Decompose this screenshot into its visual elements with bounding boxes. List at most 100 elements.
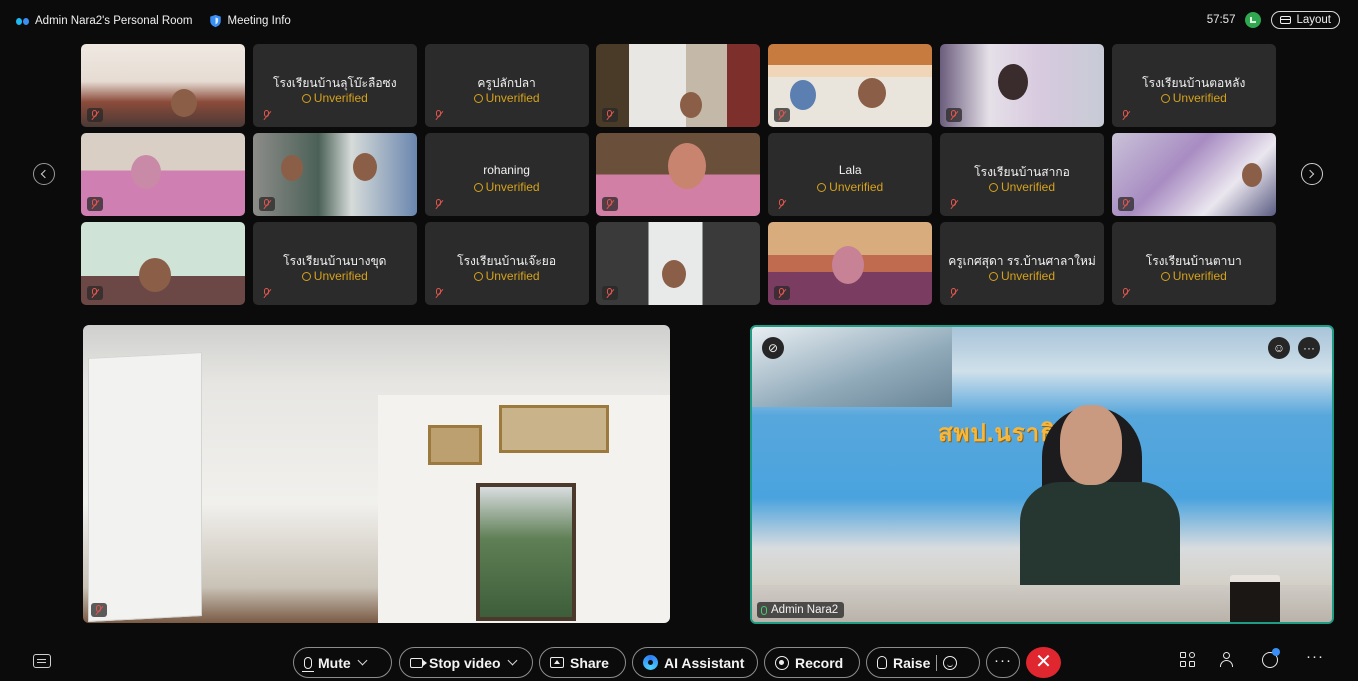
- hangup-icon[interactable]: ✕: [1026, 647, 1061, 678]
- unverified-badge: Unverified: [253, 91, 417, 105]
- participant-video: [790, 80, 817, 110]
- mic-muted-icon: [91, 603, 107, 617]
- participant-tile[interactable]: [81, 222, 245, 305]
- layout-button[interactable]: Layout: [1271, 11, 1340, 29]
- participant-tile[interactable]: ครูเกศสุดา รร.บ้านศาลาใหม่ Unverified: [939, 222, 1104, 305]
- camera-icon: [410, 657, 427, 668]
- raise-hand-icon: [877, 656, 887, 669]
- layout-icon: [1280, 16, 1292, 24]
- emoji-icon[interactable]: [943, 655, 958, 670]
- signal-icon[interactable]: [1245, 12, 1262, 28]
- participant-tile[interactable]: ครูปลักปลา Unverified: [424, 44, 589, 127]
- shield-icon[interactable]: [209, 14, 222, 28]
- window: [476, 483, 576, 621]
- mic-muted-icon: [431, 197, 447, 211]
- participant-tile[interactable]: โรงเรียนบ้านตอหลัง Unverified: [1111, 44, 1276, 127]
- speaker-face: [1060, 405, 1122, 485]
- participant-video: [680, 92, 703, 118]
- participant-tile[interactable]: [768, 44, 933, 127]
- participant-tile[interactable]: โรงเรียนบ้านเจ๊ะยอ Unverified: [424, 222, 589, 305]
- record-button[interactable]: Record: [764, 647, 860, 678]
- raise-label: Raise: [893, 654, 931, 671]
- record-label: Record: [795, 654, 844, 671]
- participant-tile[interactable]: โรงเรียนบ้านสากอ Unverified: [939, 133, 1104, 216]
- unverified-badge: Unverified: [425, 269, 589, 283]
- meeting-title-area: Admin Nara2's Personal Room Meeting Info: [16, 14, 291, 28]
- mic-muted-icon: [774, 108, 791, 122]
- participant-video: [171, 89, 197, 117]
- active-speaker-video[interactable]: สพป.นราธิว ต ๒ ⊘ ☺ ··· Admin Nara2: [750, 325, 1334, 624]
- participant-name: Lala: [838, 163, 862, 177]
- mic-muted-icon: [774, 197, 790, 211]
- chevron-right-icon[interactable]: [1301, 163, 1323, 185]
- webex-logo-icon: [16, 16, 29, 27]
- mic-muted-icon: [945, 108, 962, 122]
- mic-muted-icon: [87, 286, 103, 300]
- shared-room-video[interactable]: [83, 325, 670, 623]
- chevron-down-icon[interactable]: [357, 655, 368, 666]
- room-title: Admin Nara2's Personal Room: [35, 15, 193, 27]
- mute-button[interactable]: Mute: [293, 647, 392, 678]
- participants-icon[interactable]: [1220, 652, 1236, 668]
- meeting-timer: 57:57: [1206, 14, 1236, 26]
- participant-tile[interactable]: [596, 133, 761, 216]
- participant-tile[interactable]: [252, 133, 417, 216]
- mic-muted-icon: [1118, 108, 1134, 122]
- picture-frame: [499, 405, 609, 453]
- participant-tile[interactable]: [1111, 133, 1276, 216]
- participant-tile[interactable]: [81, 133, 245, 216]
- pin-icon[interactable]: ⊘: [762, 337, 784, 359]
- participant-tile[interactable]: rohaning Unverified: [424, 133, 589, 216]
- participant-video: [832, 246, 865, 284]
- unverified-badge: Unverified: [940, 180, 1104, 194]
- chevron-left-icon[interactable]: [33, 163, 55, 185]
- mic-muted-icon: [87, 197, 103, 211]
- apps-icon[interactable]: [1180, 652, 1196, 668]
- ai-assistant-icon: [643, 655, 658, 670]
- mic-muted-icon: [259, 286, 275, 300]
- more-options-button[interactable]: ···: [986, 647, 1020, 678]
- ai-assistant-button[interactable]: AI Assistant: [632, 647, 758, 678]
- unverified-badge: Unverified: [1112, 91, 1276, 105]
- whiteboard: [88, 352, 202, 622]
- participant-video: [280, 155, 303, 181]
- chevron-down-icon[interactable]: [507, 655, 518, 666]
- unverified-badge: Unverified: [768, 180, 932, 194]
- overflow-menu-icon[interactable]: ···: [1306, 648, 1324, 665]
- participant-tile[interactable]: Lala Unverified: [768, 133, 933, 216]
- share-button[interactable]: Share: [539, 647, 626, 678]
- unverified-badge: Unverified: [940, 269, 1104, 283]
- meeting-info-link[interactable]: Meeting Info: [228, 15, 291, 27]
- participant-tile[interactable]: [81, 44, 245, 127]
- mic-muted-icon: [946, 197, 962, 211]
- more-icon[interactable]: ···: [1298, 337, 1320, 359]
- unverified-badge: Unverified: [253, 269, 417, 283]
- participant-tile[interactable]: โรงเรียนบ้านตาบา Unverified: [1111, 222, 1276, 305]
- participant-tile[interactable]: โรงเรียนบ้านบางขุด Unverified: [252, 222, 417, 305]
- record-icon: [775, 655, 789, 670]
- control-bar: Mute Stop video Share AI Assistant Recor…: [0, 646, 1358, 681]
- mic-muted-icon: [602, 286, 619, 300]
- participant-video: [668, 143, 707, 189]
- participant-video: [139, 258, 171, 292]
- mute-label: Mute: [318, 654, 351, 671]
- mic-muted-icon: [1117, 197, 1134, 211]
- picture-frame: [428, 425, 482, 465]
- mic-muted-icon: [259, 108, 275, 122]
- mic-muted-icon: [87, 108, 103, 122]
- participant-video: [131, 155, 161, 189]
- top-bar: Admin Nara2's Personal Room Meeting Info…: [0, 0, 1358, 40]
- stop-video-button[interactable]: Stop video: [399, 647, 533, 678]
- participant-video: [997, 64, 1028, 100]
- participant-tile[interactable]: [939, 44, 1104, 127]
- participant-tile[interactable]: [768, 222, 933, 305]
- participant-tile[interactable]: [596, 222, 761, 305]
- participant-tile[interactable]: โรงเรียนบ้านลุโบ๊ะลือซง Unverified: [252, 44, 417, 127]
- raise-hand-button[interactable]: Raise: [866, 647, 980, 678]
- closed-captions-icon[interactable]: [33, 654, 51, 668]
- participant-tile[interactable]: [596, 44, 761, 127]
- unverified-badge: Unverified: [425, 91, 589, 105]
- reaction-icon[interactable]: ☺: [1268, 337, 1290, 359]
- chat-icon[interactable]: [1262, 648, 1280, 668]
- unverified-badge: Unverified: [1112, 269, 1276, 283]
